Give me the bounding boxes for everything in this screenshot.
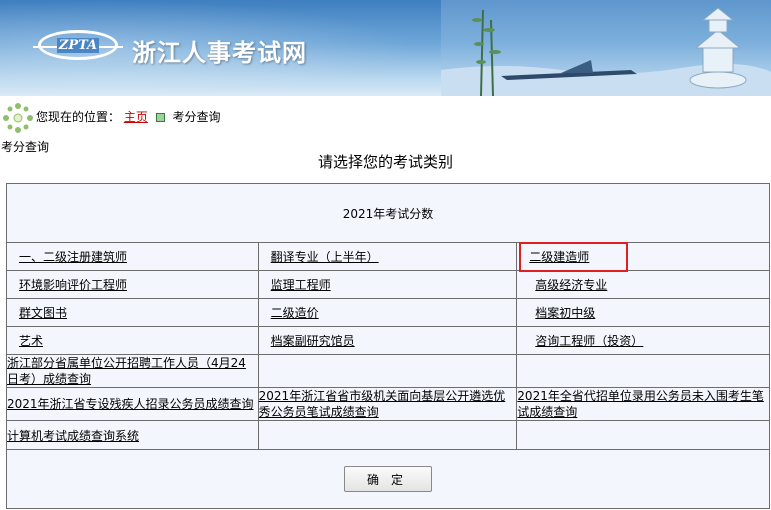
exam-cell-empty [516,354,770,388]
exam-link[interactable]: 档案副研究馆员 [259,332,517,349]
exam-cell: 翻译专业（上半年） [257,242,518,271]
exam-link[interactable]: 翻译专业（上半年） [259,248,517,265]
exam-cell: 群文图书 [6,298,259,327]
exam-link[interactable]: 2021年全省代招单位录用公务员未入围考生笔试成绩查询 [517,388,769,420]
flower-decoration-icon [3,103,33,133]
exam-link[interactable]: 高级经济专业 [517,276,769,293]
exam-cell: 档案初中级 [516,298,770,327]
breadcrumb-prefix: 您现在的位置： [36,110,121,124]
exam-link[interactable]: 二级建造师 [517,248,769,265]
exam-link[interactable]: 一、二级注册建筑师 [7,248,258,265]
exam-category-table: 2021年考试分数 一、二级注册建筑师 翻译专业（上半年） 二级建造师 环境影响… [6,183,770,509]
exam-cell: 监理工程师 [257,270,518,299]
breadcrumb-trail: 您现在的位置： 主页 考分查询 [36,108,221,125]
exam-cell: 二级造价 [257,298,518,327]
exam-link[interactable]: 咨询工程师（投资） [517,332,769,349]
exam-cell: 高级经济专业 [516,270,770,299]
exam-link[interactable]: 浙江部分省属单位公开招聘工作人员（4月24日考）成绩查询 [7,355,258,387]
breadcrumb-current: 考分查询 [172,110,221,124]
exam-cell: 档案副研究馆员 [257,326,518,355]
lake-scenery-image [441,0,771,96]
exam-cell-empty [257,354,518,388]
logo-text: ZPTA [56,37,100,53]
pta-logo: ZPTA [33,30,123,60]
exam-cell: 二级建造师 [516,242,770,271]
year-title: 2021年考试分数 [6,183,770,243]
exam-link[interactable]: 艺术 [7,332,258,349]
exam-cell: 环境影响评价工程师 [6,270,259,299]
exam-cell: 2021年浙江省专设残疾人招录公务员成绩查询 [6,387,259,421]
exam-cell: 一、二级注册建筑师 [6,242,259,271]
exam-cell: 计算机考试成绩查询系统 [6,420,259,450]
exam-link[interactable]: 2021年浙江省省市级机关面向基层公开遴选优秀公务员笔试成绩查询 [259,388,517,420]
exam-cell-empty [257,420,518,450]
exam-link[interactable]: 群文图书 [7,304,258,321]
breadcrumb: 您现在的位置： 主页 考分查询 [0,98,771,138]
header-banner: ZPTA 浙江人事考试网 [0,0,771,96]
page-prompt: 请选择您的考试类别 [317,153,453,171]
button-cell: 确定 [6,449,770,509]
exam-link[interactable]: 二级造价 [259,304,517,321]
exam-link[interactable]: 计算机考试成绩查询系统 [7,427,258,444]
breadcrumb-separator-icon [155,113,165,122]
confirm-button[interactable]: 确定 [344,466,432,492]
exam-cell: 2021年全省代招单位录用公务员未入围考生笔试成绩查询 [516,387,770,421]
breadcrumb-home-link[interactable]: 主页 [124,110,148,124]
exam-cell-empty [516,420,770,450]
site-title: 浙江人事考试网 [132,39,307,67]
exam-link[interactable]: 档案初中级 [517,304,769,321]
exam-link[interactable]: 环境影响评价工程师 [7,276,258,293]
exam-cell: 艺术 [6,326,259,355]
exam-cell: 浙江部分省属单位公开招聘工作人员（4月24日考）成绩查询 [6,354,259,388]
exam-cell: 咨询工程师（投资） [516,326,770,355]
exam-cell: 2021年浙江省省市级机关面向基层公开遴选优秀公务员笔试成绩查询 [257,387,518,421]
exam-link[interactable]: 2021年浙江省专设残疾人招录公务员成绩查询 [7,396,258,412]
exam-link[interactable]: 监理工程师 [259,276,517,293]
